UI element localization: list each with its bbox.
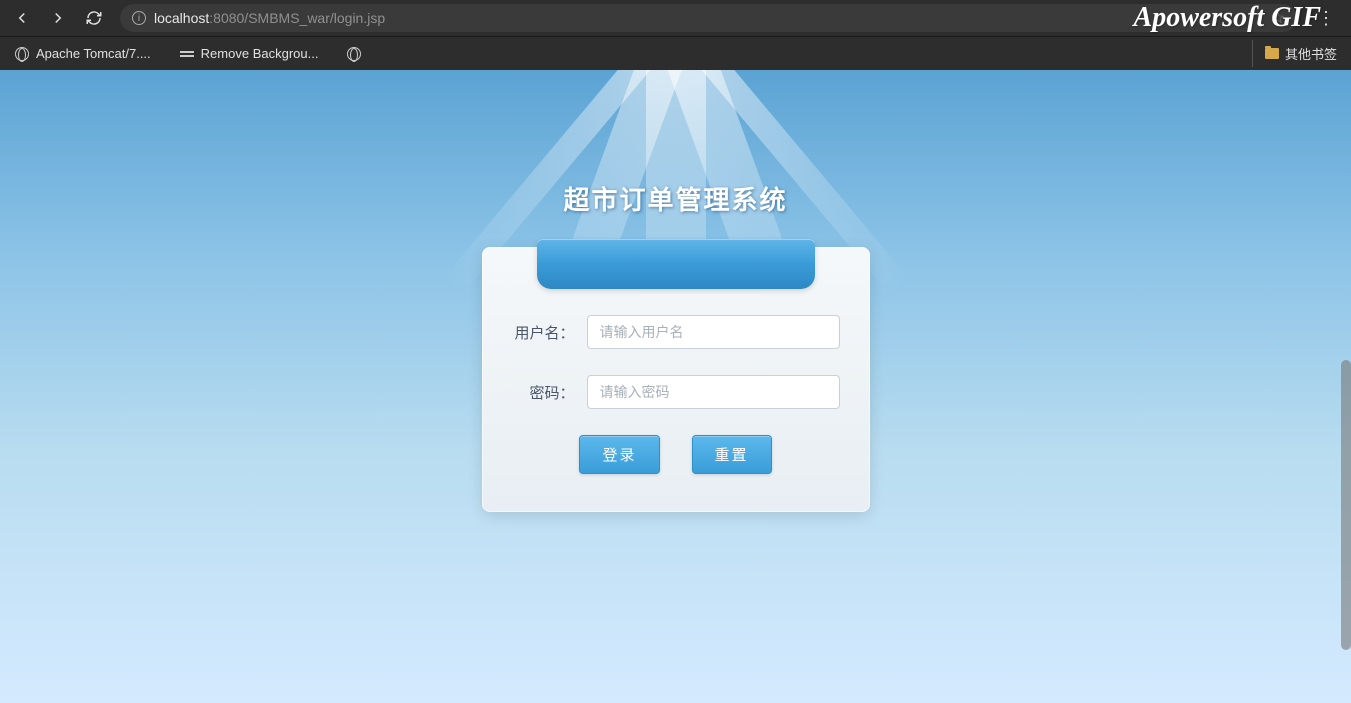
page-title: 超市订单管理系统: [0, 70, 1351, 217]
reset-button[interactable]: 重置: [692, 435, 772, 474]
username-label: 用户名：: [512, 322, 587, 343]
globe-icon: [14, 46, 30, 62]
stack-icon: [179, 46, 195, 62]
scrollbar[interactable]: [1341, 360, 1351, 650]
folder-icon: [1265, 48, 1279, 59]
password-label: 密码：: [512, 382, 587, 403]
username-input[interactable]: [587, 315, 840, 349]
watermark-text: Apowersoft GIF: [1134, 2, 1321, 34]
url-host: localhost: [154, 10, 209, 26]
page-body: 超市订单管理系统 用户名： 密码： 登录 重置: [0, 70, 1351, 703]
password-input[interactable]: [587, 375, 840, 409]
other-bookmarks-label: 其他书签: [1285, 44, 1337, 63]
bookmark-label: Apache Tomcat/7....: [36, 46, 151, 61]
bookmark-label: Remove Backgrou...: [201, 46, 319, 61]
bookmark-apache-tomcat[interactable]: Apache Tomcat/7....: [8, 42, 157, 66]
login-button[interactable]: 登录: [579, 435, 659, 474]
forward-button[interactable]: [44, 4, 72, 32]
card-clip-decoration: [537, 239, 815, 289]
back-button[interactable]: [8, 4, 36, 32]
login-card: 用户名： 密码： 登录 重置: [482, 247, 870, 512]
url-path: :8080/SMBMS_war/login.jsp: [209, 10, 385, 26]
other-bookmarks[interactable]: 其他书签: [1252, 40, 1343, 67]
reload-button[interactable]: [80, 4, 108, 32]
globe-icon: [346, 46, 362, 62]
bookmarks-bar: Apache Tomcat/7.... Remove Backgrou... 其…: [0, 36, 1351, 70]
site-info-icon[interactable]: i: [132, 11, 146, 25]
bookmark-empty[interactable]: [340, 42, 368, 66]
address-bar[interactable]: i localhost:8080/SMBMS_war/login.jsp ☆: [120, 4, 1297, 32]
bookmark-remove-background[interactable]: Remove Backgrou...: [173, 42, 325, 66]
